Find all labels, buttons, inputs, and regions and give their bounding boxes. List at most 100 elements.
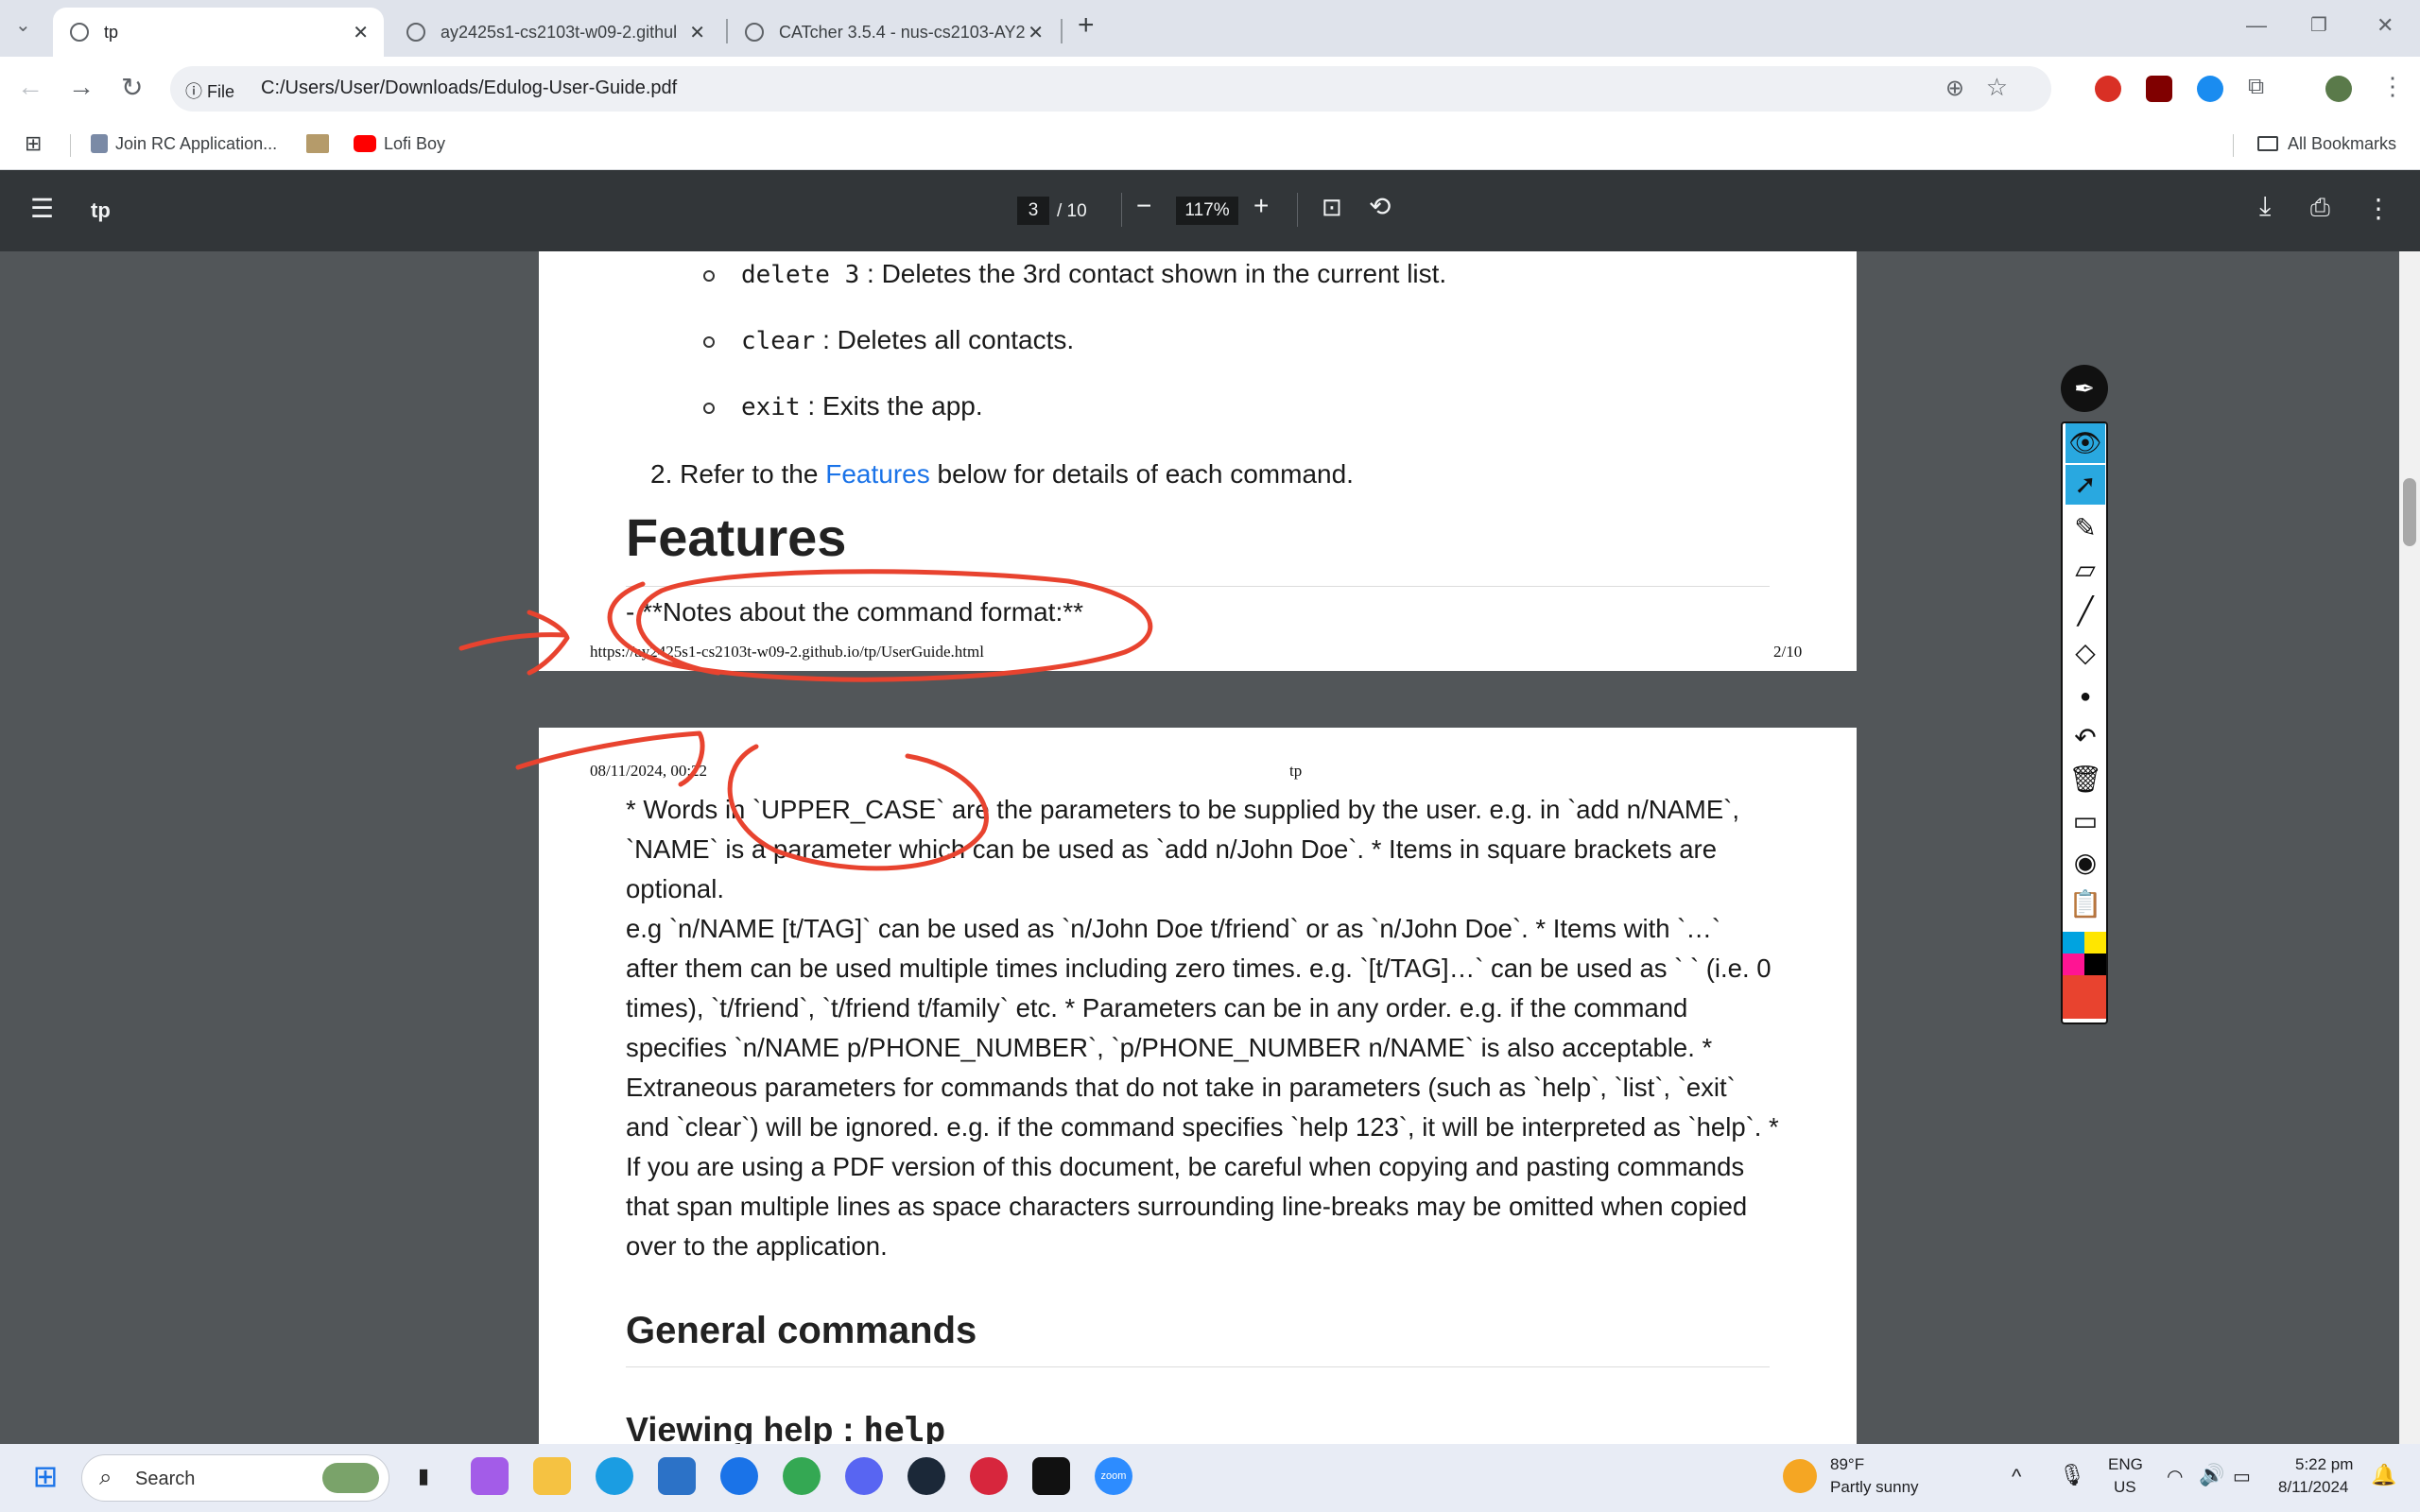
toolbar-divider: [1297, 193, 1298, 227]
swatch-magenta[interactable]: [2063, 954, 2084, 975]
undo-icon[interactable]: ↶: [2066, 718, 2105, 758]
apps-grid-icon[interactable]: ⊞: [25, 131, 42, 156]
cursor-icon[interactable]: ➚: [2066, 465, 2105, 505]
pdf-viewer[interactable]: delete 3 : Deletes the 3rd contact shown…: [0, 251, 2420, 1444]
bullet-delete: delete 3 : Deletes the 3rd contact shown…: [741, 259, 1447, 289]
language-line-2[interactable]: US: [2114, 1478, 2136, 1497]
trash-icon[interactable]: 🗑: [2066, 760, 2105, 799]
language-line-1[interactable]: ENG: [2108, 1455, 2143, 1474]
steam-icon[interactable]: [908, 1457, 945, 1495]
clock-date[interactable]: 8/11/2024: [2278, 1478, 2348, 1497]
site-info-chip[interactable]: ⓘ File: [185, 78, 234, 103]
download-icon[interactable]: ⤓: [2259, 191, 2271, 222]
chrome-icon[interactable]: [783, 1457, 821, 1495]
tab-tp[interactable]: tp ✕: [53, 8, 384, 57]
close-tab-icon[interactable]: ✕: [689, 21, 705, 44]
browser-toolbar: ← → ↻ ⓘ File C:/Users/User/Downloads/Edu…: [0, 57, 2420, 121]
search-highlight-image: [322, 1463, 379, 1493]
bookmark-image-icon[interactable]: [306, 134, 329, 154]
swatch-current-red[interactable]: [2063, 975, 2106, 1019]
more-options-icon[interactable]: ⋮: [2365, 193, 2392, 224]
intellij-icon[interactable]: [1032, 1457, 1070, 1495]
zoom-in-icon[interactable]: +: [1253, 191, 1269, 221]
pdf-scrollbar[interactable]: [2399, 251, 2420, 1444]
globe-icon: [70, 23, 89, 42]
battery-icon[interactable]: ▭: [2233, 1465, 2251, 1488]
youtube-icon: [354, 135, 376, 152]
discord-icon[interactable]: [845, 1457, 883, 1495]
page-number-input[interactable]: 3: [1017, 197, 1049, 225]
extensions-puzzle-icon[interactable]: ⧉: [2248, 74, 2264, 100]
highlighter-icon[interactable]: ▱: [2066, 550, 2105, 590]
globe-icon: [406, 23, 425, 42]
maps-icon[interactable]: [720, 1457, 758, 1495]
red-app-icon[interactable]: [970, 1457, 1008, 1495]
tab-github[interactable]: ay2425s1-cs2103t-w09-2.githul ✕: [389, 8, 720, 57]
close-tab-icon[interactable]: ✕: [1028, 21, 1044, 44]
menu-kebab-icon[interactable]: ⋮: [2380, 72, 2405, 101]
eye-icon[interactable]: 👁: [2066, 423, 2105, 463]
address-bar[interactable]: ⓘ File C:/Users/User/Downloads/Edulog-Us…: [170, 66, 2051, 112]
extension-red-icon[interactable]: [2095, 76, 2121, 102]
line-icon[interactable]: ╱: [2066, 592, 2105, 631]
fit-page-icon[interactable]: ⊡: [1322, 193, 1342, 222]
pdf-toolbar: ☰ tp 3 / 10 − 117% + ⊡ ⟲ ⤓ ⎙ ⋮: [0, 170, 2420, 251]
zoom-icon[interactable]: ⊕: [1945, 75, 1964, 102]
profile-avatar[interactable]: [2325, 76, 2352, 102]
swatch-yellow[interactable]: [2084, 932, 2106, 954]
store-icon[interactable]: [658, 1457, 696, 1495]
zoom-out-icon[interactable]: −: [1136, 191, 1151, 221]
forward-icon[interactable]: →: [68, 72, 95, 102]
copilot-icon[interactable]: [471, 1457, 509, 1495]
print-icon[interactable]: ⎙: [2310, 193, 2330, 223]
taskbar-search[interactable]: ⌕ Search: [81, 1454, 389, 1502]
close-window-icon[interactable]: ✕: [2377, 13, 2394, 38]
tab-catcher[interactable]: CATcher 3.5.4 - nus-cs2103-AY2 ✕: [728, 8, 1059, 57]
microphone-icon[interactable]: 🎙: [2059, 1463, 2085, 1487]
task-view-icon[interactable]: ▮: [405, 1457, 442, 1495]
weather-temp: 89°F: [1830, 1455, 1865, 1473]
zoom-level-input[interactable]: 117%: [1176, 197, 1238, 225]
tray-overflow-icon[interactable]: ^: [2012, 1465, 2021, 1489]
scrollbar-thumb[interactable]: [2403, 478, 2416, 546]
swatch-black[interactable]: [2084, 954, 2106, 975]
reload-icon[interactable]: ↻: [121, 72, 143, 103]
edge-icon[interactable]: [596, 1457, 633, 1495]
windows-start-icon[interactable]: ⊞: [26, 1457, 64, 1495]
dot-size-icon[interactable]: ●: [2066, 677, 2105, 716]
all-bookmarks-folder[interactable]: All Bookmarks: [2257, 134, 2396, 154]
bookmark-star-icon[interactable]: ☆: [1986, 73, 2008, 102]
pen-tool-icon[interactable]: ✒: [2061, 365, 2108, 412]
tab-divider: [1061, 19, 1063, 43]
zoom-app-icon[interactable]: zoom: [1095, 1457, 1132, 1495]
address-url[interactable]: C:/Users/User/Downloads/Edulog-User-Guid…: [261, 77, 677, 99]
eraser-icon[interactable]: ◇: [2066, 633, 2105, 673]
restore-icon[interactable]: ❐: [2310, 13, 2327, 37]
pen-icon[interactable]: ✎: [2066, 508, 2105, 548]
tab-search-button[interactable]: ⌄: [15, 13, 31, 37]
bookmark-lofi-boy[interactable]: Lofi Boy: [354, 134, 445, 154]
swatch-cyan[interactable]: [2063, 932, 2084, 954]
board-icon[interactable]: ▭: [2066, 801, 2105, 841]
new-tab-button[interactable]: +: [1078, 9, 1095, 42]
bookmark-rc-application[interactable]: Join RC Application...: [91, 134, 277, 154]
clipboard-icon[interactable]: 📋: [2066, 885, 2105, 924]
volume-icon[interactable]: 🔊: [2199, 1463, 2224, 1487]
search-icon: ⌕: [99, 1465, 112, 1490]
notification-bell-icon[interactable]: 🔔: [2371, 1463, 2396, 1487]
hamburger-menu-icon[interactable]: ☰: [30, 193, 54, 224]
extension-blue-icon[interactable]: [2197, 76, 2223, 102]
file-explorer-icon[interactable]: [533, 1457, 571, 1495]
weather-icon[interactable]: [1783, 1459, 1817, 1493]
back-icon[interactable]: ←: [17, 72, 43, 102]
close-tab-icon[interactable]: ✕: [353, 21, 369, 44]
camera-icon[interactable]: ◉: [2066, 843, 2105, 883]
ublock-icon[interactable]: [2146, 76, 2172, 102]
minimize-icon[interactable]: —: [2246, 13, 2267, 38]
clock-time[interactable]: 5:22 pm: [2295, 1455, 2353, 1474]
features-heading: Features: [626, 507, 847, 567]
wifi-icon[interactable]: ◠: [2167, 1465, 2183, 1488]
pdf-page-2: delete 3 : Deletes the 3rd contact shown…: [539, 251, 1857, 671]
features-link[interactable]: Features: [825, 459, 930, 489]
rotate-icon[interactable]: ⟲: [1369, 191, 1391, 222]
